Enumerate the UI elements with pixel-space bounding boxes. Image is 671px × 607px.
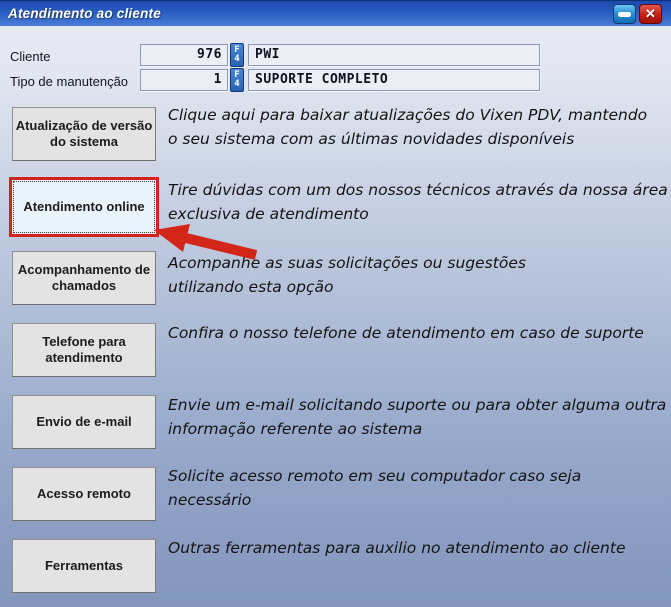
button-atualizacao-de-versao[interactable]: Atualização de versão do sistema [12, 107, 156, 161]
window-titlebar: Atendimento ao cliente ✕ [0, 0, 671, 26]
description-telefone-para-atendimento: Confira o nosso telefone de atendimento … [168, 321, 668, 345]
close-button[interactable]: ✕ [639, 4, 662, 24]
window-title: Atendimento ao cliente [8, 1, 161, 27]
dialog-atendimento-ao-cliente: Atendimento ao cliente ✕ Cliente 976 F 4… [0, 0, 671, 607]
tipo-manutencao-code-input[interactable]: 1 [140, 69, 228, 91]
tipo-manutencao-f4-lookup-button[interactable]: F 4 [230, 68, 244, 92]
description-acesso-remoto: Solicite acesso remoto em seu computador… [168, 464, 668, 512]
tipo-manutencao-label: Tipo de manutenção [10, 74, 128, 89]
f4-key-label: 4 [234, 80, 239, 89]
minimize-button[interactable] [613, 4, 636, 24]
cliente-name-input[interactable]: PWI [248, 44, 540, 66]
button-envio-de-email[interactable]: Envio de e-mail [12, 395, 156, 449]
button-ferramentas[interactable]: Ferramentas [12, 539, 156, 593]
close-icon: ✕ [645, 6, 656, 22]
description-atualizacao-de-versao: Clique aqui para baixar atualizações do … [168, 103, 668, 151]
button-acompanhamento-de-chamados[interactable]: Acompanhamento de chamados [12, 251, 156, 305]
cliente-f4-lookup-button[interactable]: F 4 [230, 43, 244, 67]
button-acesso-remoto[interactable]: Acesso remoto [12, 467, 156, 521]
description-ferramentas: Outras ferramentas para auxilio no atend… [168, 536, 668, 560]
button-telefone-para-atendimento[interactable]: Telefone para atendimento [12, 323, 156, 377]
f4-key-label: 4 [234, 55, 239, 64]
minimize-icon [618, 12, 631, 17]
description-envio-de-email: Envie um e-mail solicitando suporte ou p… [168, 393, 668, 441]
cliente-code-input[interactable]: 976 [140, 44, 228, 66]
cliente-label: Cliente [10, 49, 50, 64]
annotation-arrow-icon [150, 217, 262, 261]
tipo-manutencao-value-input[interactable]: SUPORTE COMPLETO [248, 69, 540, 91]
button-atendimento-online[interactable]: Atendimento online [9, 177, 159, 237]
